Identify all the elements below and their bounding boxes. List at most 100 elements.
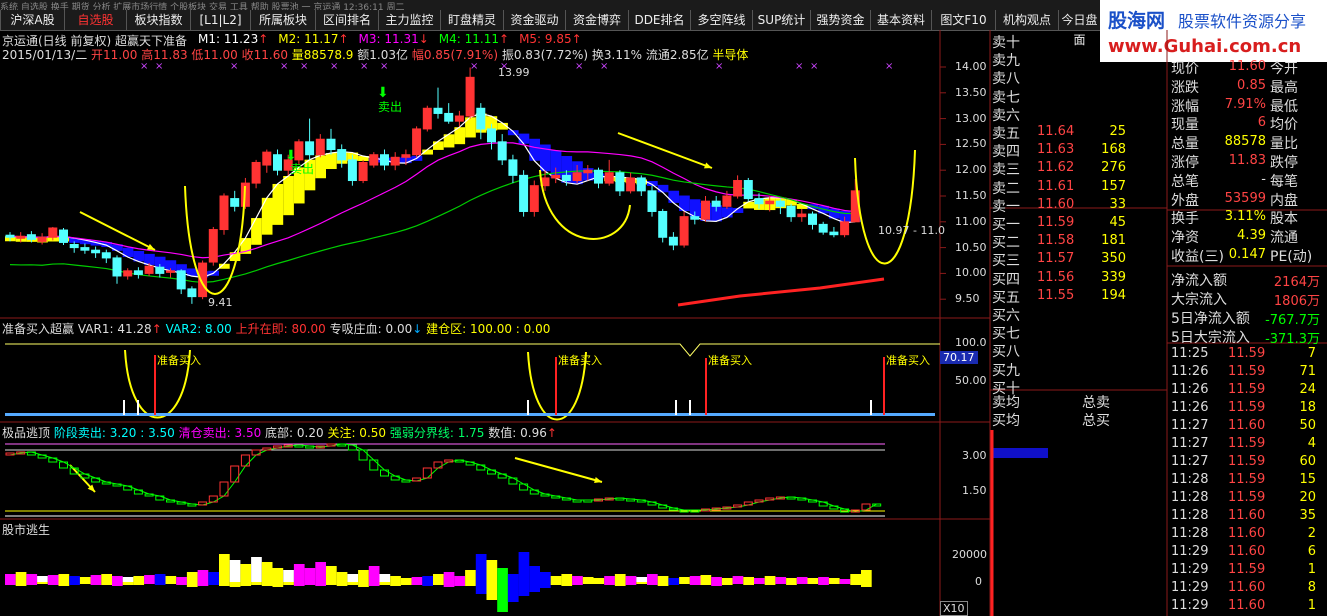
p4-bar-down (5, 582, 16, 585)
tab-10[interactable]: DDE排名 (628, 10, 690, 30)
ob-row-label: 卖一 (992, 198, 1020, 215)
main-ytick: 9.50 (955, 292, 980, 306)
p4-bar-up (251, 557, 262, 582)
candle-body (808, 213, 817, 225)
tick-price: 11.59 (1228, 400, 1266, 415)
tab-8[interactable]: 资金驱动 (503, 10, 565, 30)
p4-bar-down (786, 582, 797, 585)
main-ytick: 12.50 (955, 137, 987, 151)
band-block (657, 184, 669, 193)
chart-canvas[interactable]: × × × × × × × × × × × × × × × ×⬇⬇ (0, 0, 1327, 616)
tab-1[interactable]: 自选股 (64, 10, 126, 30)
p4-bar-up (390, 576, 401, 582)
quote-label-2: 股本 (1270, 211, 1298, 228)
candle-body (690, 216, 700, 220)
p3-box (465, 461, 475, 466)
p4-bar-down (625, 582, 637, 585)
candle-body (722, 195, 732, 207)
tab-2[interactable]: 板块指数 (126, 10, 190, 30)
marker-x: × (380, 61, 388, 72)
candle-body (775, 200, 785, 207)
scale-indicator[interactable]: X10 (940, 601, 968, 616)
candle-body (251, 161, 261, 184)
p4-bar-down (540, 582, 551, 588)
ob-row-label: 买七 (992, 326, 1020, 343)
p4-bar-up (133, 576, 145, 582)
p4-bar-up (379, 574, 391, 582)
tab-0[interactable]: 沪深A股 (0, 10, 64, 30)
candle-body (315, 138, 325, 156)
p4-bar-up (347, 574, 359, 582)
p3-box (422, 467, 432, 479)
tab-11[interactable]: 多空阵线 (690, 10, 752, 30)
candle-body (743, 180, 753, 200)
tab-9[interactable]: 资金博弈 (565, 10, 628, 30)
p4-bar-up (668, 578, 680, 582)
ob-row-label: 买五 (992, 289, 1020, 306)
tab-12[interactable]: SUP统计 (752, 10, 810, 30)
tick-volume: 7 (1307, 346, 1316, 361)
tab-7[interactable]: 盯盘精灵 (440, 10, 503, 30)
tab-3[interactable]: [L1|L2] (190, 10, 250, 30)
u-curve-3 (854, 149, 916, 265)
p4-bar-down (144, 582, 155, 584)
p3-box (198, 501, 208, 506)
p4-bar-down (636, 582, 647, 584)
flow-value: 2164万 (1273, 275, 1320, 290)
p4-bar-up (229, 560, 241, 582)
p3-box (230, 465, 240, 483)
tick-volume: 50 (1299, 418, 1316, 433)
p4-bar-down (26, 582, 38, 585)
p4-bar-down (176, 582, 187, 585)
p4-bar-down (79, 582, 91, 584)
main-ytick: 14.00 (955, 60, 987, 73)
tab-13[interactable]: 强势资金 (810, 10, 870, 30)
p4-bar-up (593, 578, 605, 582)
p4-bar-up (240, 564, 252, 582)
tab-14[interactable]: 基本资料 (870, 10, 931, 30)
p3-box (829, 505, 839, 510)
p4-bar-down (850, 582, 861, 585)
tab-15[interactable]: 图文F10 (931, 10, 995, 30)
tick-price: 11.59 (1228, 490, 1266, 505)
buy-signal-label: 准备买入 (708, 354, 752, 367)
p3-ytick-3: 3.00 (962, 449, 987, 462)
buy-signal-label: 准备买入 (558, 354, 602, 367)
depth-bar (992, 448, 1048, 458)
candle-body (679, 216, 689, 246)
candle-body (262, 151, 272, 166)
p3-box (347, 444, 357, 451)
ma-line-red (677, 277, 885, 307)
buy-signal-label: 准备买入 (886, 354, 930, 367)
candle-body (668, 236, 678, 246)
tab-16[interactable]: 机构观点 (995, 10, 1058, 30)
candle-body (583, 169, 593, 174)
tab-6[interactable]: 主力监控 (378, 10, 440, 30)
main-ytick: 12.00 (955, 163, 987, 177)
ob-row-label: 卖八 (992, 71, 1020, 88)
p4-bar-up (657, 576, 669, 582)
p4-bar-up (486, 560, 498, 582)
ob-row-label: 卖五 (992, 126, 1020, 142)
p4-bar-up (828, 578, 840, 582)
candle-body (37, 236, 47, 242)
p4-bar-up (507, 574, 519, 582)
tab-17[interactable]: 今日盘面 (1058, 10, 1100, 47)
p4-bar-down (679, 582, 690, 584)
p4-bar-down (283, 582, 294, 585)
ma-line-green (9, 170, 856, 284)
candle-body (604, 172, 614, 184)
p4-bar-down (208, 582, 219, 585)
p4-bar-down (764, 582, 776, 585)
p4-bar-down (689, 582, 701, 585)
p4-bar-down (37, 582, 48, 584)
p4-bar-up (625, 576, 637, 582)
p3-box (647, 501, 657, 506)
tab-4[interactable]: 所属板块 (250, 10, 315, 30)
p3-box (240, 454, 250, 467)
ob-row-vol: 168 (1101, 142, 1126, 158)
p4-bar-up (604, 576, 615, 582)
p3-box (358, 449, 368, 461)
tab-5[interactable]: 区间排名 (315, 10, 378, 30)
tick-time: 11:29 (1171, 598, 1209, 613)
